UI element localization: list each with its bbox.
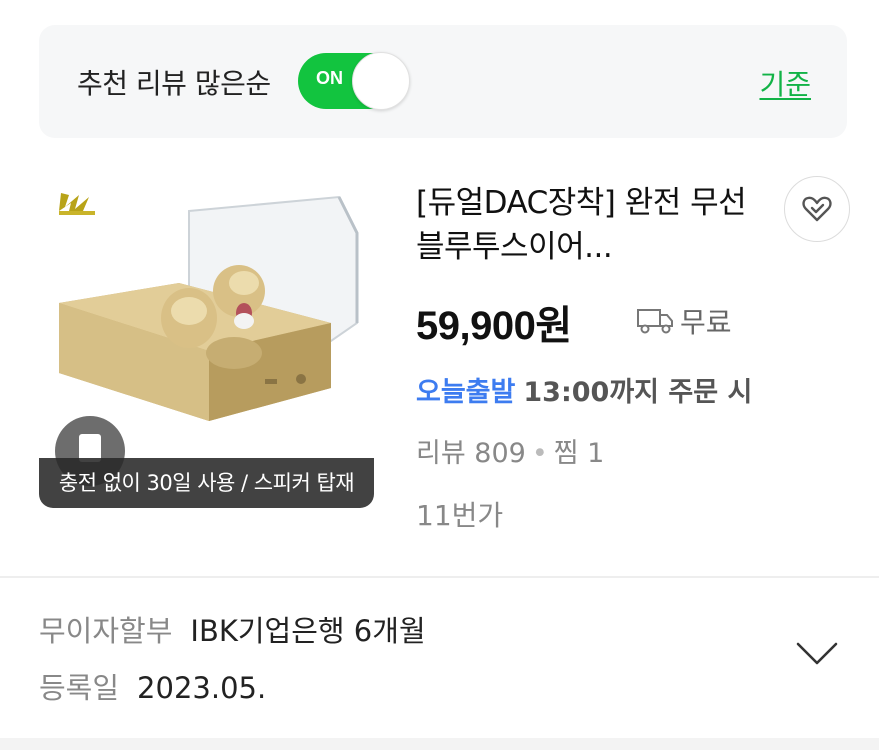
price-row: 59,900원 무료 bbox=[416, 293, 732, 349]
installment-value: IBK기업은행 6개월 bbox=[190, 614, 426, 648]
recommend-toggle[interactable]: ON bbox=[298, 52, 410, 110]
product-thumbnail[interactable]: 충전 없이 30일 사용 / 스피커 탑재 bbox=[39, 173, 374, 508]
delivery-info: 오늘출발 13:00까지 주문 시 bbox=[416, 370, 752, 409]
truck-icon bbox=[637, 309, 673, 334]
delivery-time: 13:00까지 주문 시 bbox=[523, 377, 753, 408]
registered-value: 2023.05. bbox=[137, 671, 267, 705]
shipping-fee: 무료 bbox=[680, 306, 732, 339]
separator-dot: • bbox=[531, 438, 548, 469]
review-count[interactable]: 리뷰 809 bbox=[416, 438, 526, 469]
wish-button[interactable] bbox=[784, 176, 850, 242]
product-price: 59,900원 bbox=[416, 304, 572, 348]
registered-key: 등록일 bbox=[39, 671, 120, 705]
chevron-down-icon[interactable] bbox=[796, 641, 838, 667]
delivery-tag: 오늘출발 bbox=[416, 377, 516, 408]
wish-count: 찜 1 bbox=[553, 438, 605, 469]
heart-check-icon bbox=[802, 196, 832, 222]
installment-key: 무이자할부 bbox=[39, 614, 173, 648]
criteria-link[interactable]: 기준 bbox=[759, 63, 811, 103]
bottom-separator bbox=[0, 738, 879, 750]
toggle-knob bbox=[352, 52, 410, 110]
sort-label: 추천 리뷰 많은순 bbox=[77, 67, 271, 100]
seller-name[interactable]: 11번가 bbox=[416, 494, 503, 534]
product-badge: 충전 없이 30일 사용 / 스피커 탑재 bbox=[39, 458, 374, 508]
review-stats: 리뷰 809 • 찜 1 bbox=[416, 431, 604, 470]
installment-row: 무이자할부 IBK기업은행 6개월 bbox=[39, 608, 426, 650]
sort-filter-bar: 추천 리뷰 많은순 ON 기준 bbox=[39, 25, 847, 138]
registered-row: 등록일 2023.05. bbox=[39, 665, 266, 707]
section-divider bbox=[0, 576, 879, 578]
toggle-state-text: ON bbox=[316, 68, 343, 88]
product-title[interactable]: [듀얼DAC장착] 완전 무선 블루투스이어... bbox=[416, 181, 766, 269]
